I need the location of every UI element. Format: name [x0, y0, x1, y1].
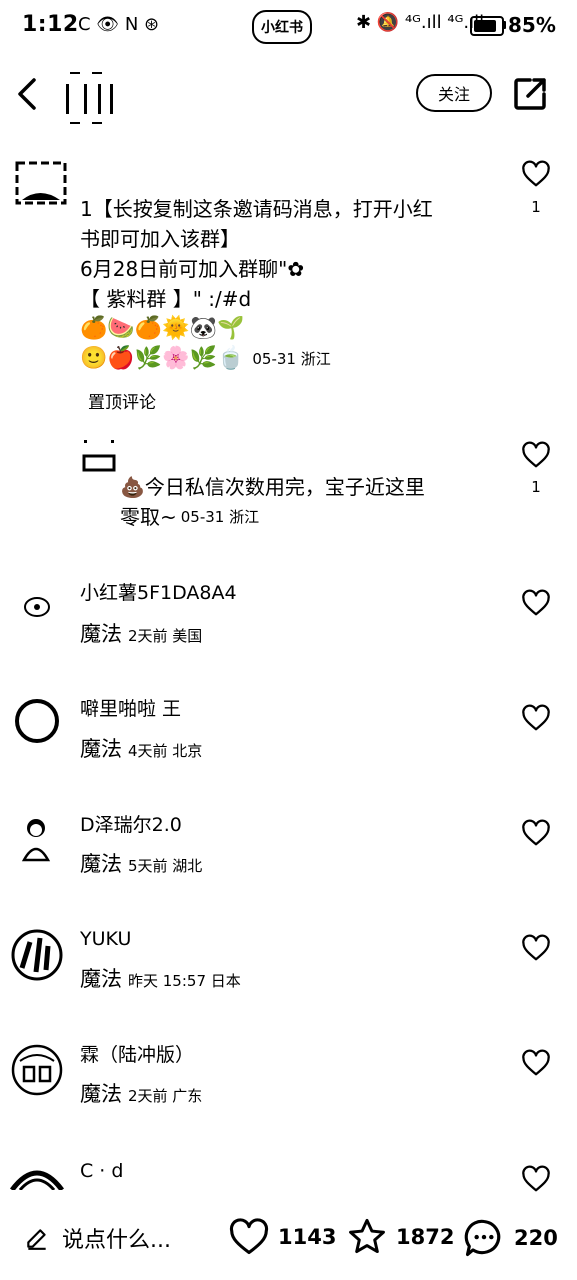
- comment-line: 💩今日私信次数用完，宝子近这里: [120, 475, 425, 499]
- star-icon: [349, 1218, 385, 1254]
- comment-line: 零取~: [120, 505, 177, 529]
- reply-username[interactable]: D泽瑞尔2.0: [80, 812, 182, 838]
- share-button[interactable]: [510, 74, 550, 114]
- favorite-button[interactable]: 1872: [346, 1216, 454, 1258]
- bottom-action-bar: 说点什么... 1143 1872 220: [0, 1208, 577, 1270]
- avatar[interactable]: [22, 594, 52, 620]
- comment-total: 220: [514, 1226, 558, 1250]
- pinned-label: 置顶评论: [88, 393, 156, 413]
- heart-icon: [522, 704, 550, 731]
- comment-meta: 05-31 浙江: [252, 350, 331, 368]
- comment-meta: 05-31 浙江: [180, 508, 260, 526]
- avatar[interactable]: [18, 816, 54, 862]
- favorite-total: 1872: [396, 1225, 455, 1249]
- avatar[interactable]: [10, 928, 64, 982]
- pencil-icon: [27, 1229, 46, 1250]
- status-time: 1:12: [22, 12, 79, 37]
- reply-meta: 2天前 美国: [128, 627, 203, 645]
- heart-icon: [522, 441, 550, 468]
- comment-input[interactable]: 说点什么...: [24, 1222, 171, 1254]
- share-icon: [514, 78, 546, 110]
- reply-like-button[interactable]: [521, 588, 551, 618]
- comment-icon: [464, 1219, 501, 1257]
- reply-body: 魔法 昨天 15:57 日本: [80, 963, 241, 993]
- comment-line: 6月28日前可加入群聊"✿: [80, 257, 305, 281]
- like-total: 1143: [278, 1225, 337, 1249]
- avatar[interactable]: [14, 160, 68, 210]
- app-logo-badge: 小红书: [252, 10, 312, 44]
- comment-emoji-line: 🙂🍎🌿🌸🌿🍵: [80, 346, 245, 371]
- heart-icon: [522, 1165, 550, 1192]
- reply-text: 魔法: [80, 967, 122, 991]
- reply-like-button[interactable]: [521, 1048, 551, 1078]
- back-button[interactable]: [8, 72, 48, 116]
- heart-icon: [229, 1218, 269, 1255]
- comment-text[interactable]: 💩今日私信次数用完，宝子近这里 零取~ 05-31 浙江: [120, 472, 500, 532]
- network-icons: ✱ 🔕 ⁴ᴳ.ıll ⁴ᴳ.ıll: [356, 12, 485, 33]
- battery-icon: [470, 16, 504, 36]
- reply-meta: 4天前 北京: [128, 742, 203, 760]
- reply-meta: 5天前 湖北: [128, 857, 203, 875]
- heart-icon: [522, 819, 550, 846]
- reply-username[interactable]: C · d: [80, 1158, 123, 1184]
- comment-line: 【 紫料群 】" :/#d: [80, 287, 252, 311]
- reply-text: 魔法: [80, 1082, 122, 1106]
- heart-icon: [522, 1049, 550, 1076]
- comment-text[interactable]: 1【长按复制这条邀请码消息，打开小红 书即可加入该群】 6月28日前可加入群聊"…: [80, 194, 500, 374]
- avatar[interactable]: [14, 698, 60, 744]
- reply-username[interactable]: 小红薯5F1DA8A4: [80, 580, 237, 606]
- battery-percent: 85%: [508, 13, 556, 37]
- reply-like-button[interactable]: [521, 703, 551, 733]
- avatar[interactable]: [10, 1160, 64, 1190]
- avatar[interactable]: [82, 438, 116, 472]
- reply-meta: 昨天 15:57 日本: [128, 972, 241, 990]
- comments-button[interactable]: 220: [462, 1216, 558, 1260]
- comment-like-button[interactable]: [521, 159, 551, 189]
- reply-text: 魔法: [80, 737, 122, 761]
- reply-body: 魔法 2天前 广东: [80, 1078, 202, 1108]
- reply-like-button[interactable]: [521, 933, 551, 963]
- heart-icon: [522, 160, 550, 187]
- back-icon: [18, 78, 36, 110]
- reply-body: 魔法 4天前 北京: [80, 733, 202, 763]
- reply-text: 魔法: [80, 622, 122, 646]
- reply-like-button[interactable]: [521, 818, 551, 848]
- reply-username[interactable]: YUKU: [80, 926, 131, 952]
- comment-line: 书即可加入该群】: [80, 227, 240, 251]
- heart-icon: [522, 589, 550, 616]
- comment-emoji-line: 🍊🍉🍊🌞🐼🌱: [80, 316, 245, 341]
- heart-icon: [522, 934, 550, 961]
- like-count: 1: [531, 198, 541, 216]
- comment-input-placeholder: 说点什么...: [62, 1228, 171, 1253]
- follow-button[interactable]: 关注: [416, 74, 492, 112]
- like-count: 1: [531, 478, 541, 496]
- status-left-icons: C 👁 N ⊛: [78, 14, 160, 35]
- comment-line: 1【长按复制这条邀请码消息，打开小红: [80, 197, 433, 221]
- battery-tip: [503, 21, 506, 29]
- reply-meta: 2天前 广东: [128, 1087, 203, 1105]
- reply-like-button[interactable]: [521, 1164, 551, 1194]
- reply-body: 魔法 2天前 美国: [80, 618, 202, 648]
- status-bar: 1:12 C 👁 N ⊛ 小红书 ✱ 🔕 ⁴ᴳ.ıll ⁴ᴳ.ıll 85%: [0, 0, 577, 54]
- author-avatar[interactable]: [62, 68, 118, 128]
- like-button[interactable]: 1143: [228, 1218, 336, 1256]
- reply-text: 魔法: [80, 852, 122, 876]
- comment-like-button[interactable]: [521, 440, 551, 470]
- reply-username[interactable]: 噼里啪啦 王: [80, 696, 181, 722]
- reply-body: 魔法 5天前 湖北: [80, 848, 202, 878]
- avatar[interactable]: [10, 1043, 64, 1097]
- reply-username[interactable]: 霖（陆冲版）: [80, 1042, 194, 1068]
